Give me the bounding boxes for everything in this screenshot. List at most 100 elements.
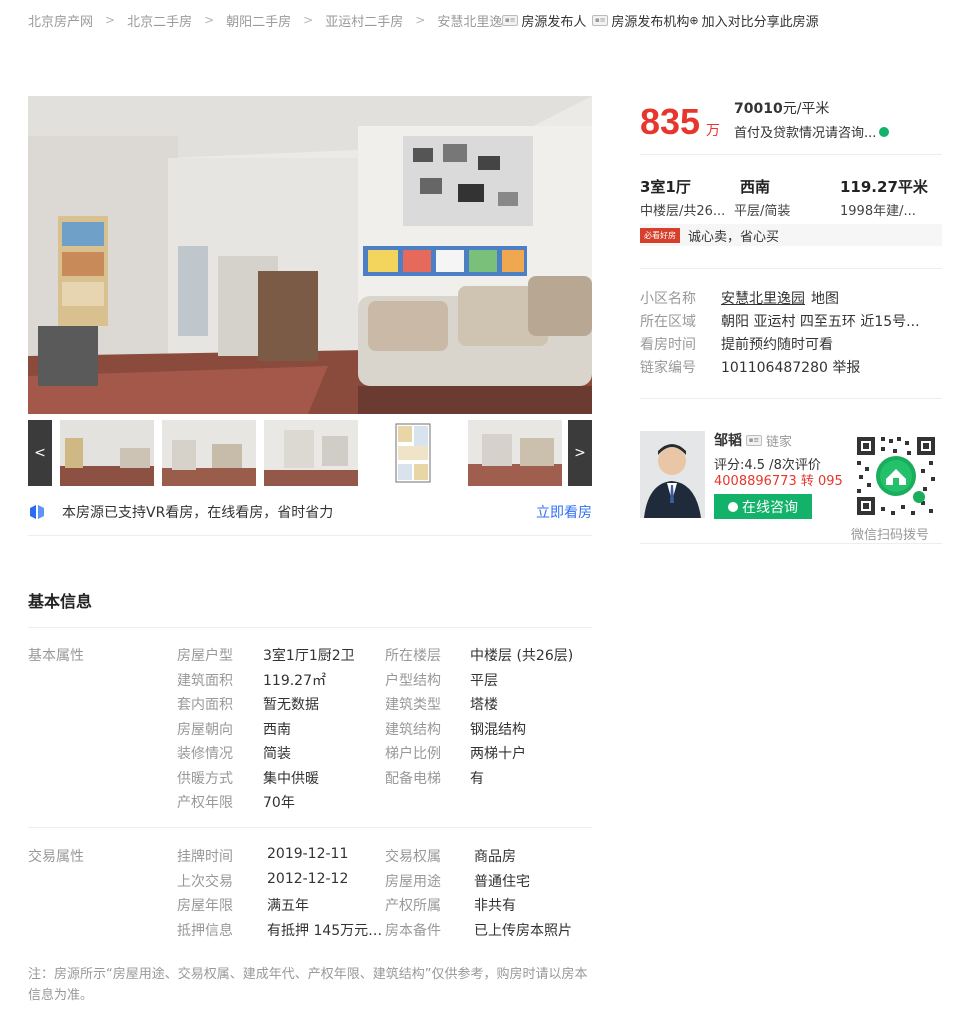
id-card-icon: ▪≡	[502, 14, 519, 26]
attr-key: 房屋用途	[385, 873, 441, 890]
breadcrumb-item-beijing-realestate[interactable]: 北京房产网	[28, 11, 93, 30]
vr-icon	[30, 505, 44, 519]
breadcrumb-separator: >	[415, 13, 426, 27]
breadcrumb-item-community[interactable]: 安慧北里逸	[437, 11, 502, 30]
breadcrumb: 北京房产网 > 北京二手房 > 朝阳二手房 > 亚运村二手房 > 安慧北里逸 ▪…	[28, 10, 968, 30]
room-year: 1998年建/...	[840, 204, 916, 219]
thumbnail-3[interactable]	[264, 420, 358, 486]
attr-key: 挂牌时间	[177, 849, 233, 865]
attr-key: 建筑结构	[385, 721, 441, 738]
qr-label: 微信扫码拨号	[851, 528, 930, 543]
breadcrumb-separator: >	[204, 13, 215, 27]
attr-value: 有抵押 145万元 ...	[267, 922, 385, 939]
overview-value[interactable]: 朝阳 亚运村 四至五环 近15号...	[721, 311, 920, 331]
price-panel: 835 万 70010元/平米 首付及贷款情况请咨询...	[640, 98, 942, 148]
attr-key: 房本备件	[385, 922, 441, 939]
breadcrumb-item-yayuncun[interactable]: 亚运村二手房	[325, 11, 403, 30]
attr-key: 房屋朝向	[177, 721, 233, 738]
attr-key: 套内面积	[177, 697, 233, 713]
attr-value: 商品房	[474, 849, 516, 865]
map-link[interactable]: 地图	[811, 291, 839, 307]
thumbnail-next-button[interactable]: >	[568, 420, 592, 486]
agent-portrait	[640, 431, 705, 518]
id-card-icon: ▪≡	[746, 434, 762, 446]
basic-attributes: 基本属性 房屋户型 3室1厅1厨2卫 所在楼层 中楼层 (共26层) 建筑面积 119.…	[28, 645, 592, 817]
attr-key: 建筑面积	[177, 672, 233, 689]
room-summary: 3室1厅 中楼层/共26... 西南 平层/简装 119.27平米 1998年建…	[640, 176, 942, 220]
room-area-col: 119.27平米 1998年建/...	[840, 176, 942, 219]
chat-icon	[728, 501, 738, 512]
agency-label: 房源发布机构	[611, 14, 690, 30]
wechat-qr-code[interactable]	[851, 431, 941, 521]
thumbnail-1[interactable]	[60, 420, 154, 486]
attr-key: 产权年限	[177, 795, 233, 811]
thumbnail-strip: < >	[28, 420, 592, 486]
overview-row-listing-id: 链家编号 101106487280 举报	[640, 355, 942, 378]
attr-value: 119.27㎡	[263, 672, 326, 689]
chevron-left-icon: <	[34, 445, 46, 461]
community-name-link[interactable]: 安慧北里逸园	[721, 291, 805, 307]
attr-key: 供暖方式	[177, 770, 233, 787]
loan-consult-text: 首付及贷款情况请咨询...	[734, 126, 877, 141]
breadcrumb-item-chaoyang[interactable]: 朝阳二手房	[226, 11, 291, 30]
attr-value: 两梯十户	[470, 746, 526, 762]
compare-button[interactable]: ⊕ 加入对比	[689, 11, 753, 30]
total-price-unit: 万	[706, 123, 720, 139]
loan-consult-link[interactable]: 首付及贷款情况请咨询...	[734, 122, 890, 141]
overview-row-viewing-time: 看房时间 提前预约随时可看	[640, 332, 942, 355]
basic-info-title: 基本信息	[28, 592, 93, 611]
compare-icon: ⊕	[689, 13, 699, 27]
vr-view-link[interactable]: 立即看房	[536, 502, 592, 522]
thumbnail-floorplan[interactable]	[366, 420, 460, 486]
overview-row-community: 小区名称 安慧北里逸园 地图	[640, 286, 942, 309]
publisher-link[interactable]: ▪≡ 房源发布人	[502, 11, 586, 30]
divider	[28, 535, 592, 536]
attr-key: 上次交易	[177, 873, 233, 890]
overview-key: 小区名称	[640, 290, 696, 307]
basic-attributes-label: 基本属性	[28, 648, 84, 664]
thumbnail-5[interactable]	[468, 420, 562, 486]
attr-value: 暂无数据	[263, 697, 319, 713]
vr-promo-bar: 本房源已支持VR看房，在线看房，省时省力 立即看房	[28, 498, 592, 526]
agent-name[interactable]: 邹韬	[714, 430, 742, 450]
room-structure: 平层/简装	[734, 204, 791, 219]
overview-row-area: 所在区域 朝阳 亚运村 四至五环 近15号...	[640, 309, 942, 332]
breadcrumb-separator: >	[303, 13, 314, 27]
overview-value[interactable]: 101106487280 举报	[721, 357, 860, 377]
attr-value: 2012-12-12	[267, 870, 349, 887]
attr-key: 房屋年限	[177, 898, 233, 914]
online-consult-button[interactable]: 在线咨询	[714, 494, 812, 519]
agency-link[interactable]: ▪≡ 房源发布机构	[592, 11, 689, 30]
agent-name-row: 邹韬 ▪≡ 链家	[714, 430, 792, 450]
room-orientation-col: 西南 平层/简装	[734, 176, 834, 219]
attr-value: 简装	[263, 746, 291, 762]
attr-value: 中楼层 (共26层)	[470, 648, 574, 664]
room-layout: 3室1厅	[640, 178, 691, 196]
breadcrumb-item-beijing-secondhand[interactable]: 北京二手房	[127, 11, 192, 30]
divider	[28, 827, 592, 828]
must-see-text: 诚心卖，省心买	[688, 229, 780, 245]
license-icon: ▪≡	[592, 14, 609, 26]
attr-value: 平层	[470, 672, 498, 689]
agent-card: 邹韬 ▪≡ 链家 评分:4.5 /8次评价 4008896773 转 095 在…	[640, 430, 942, 543]
divider	[640, 543, 942, 544]
agent-avatar[interactable]	[640, 431, 705, 518]
unit-price-value: 70010	[734, 101, 783, 117]
unit-price: 70010元/平米	[734, 98, 829, 118]
floorplan-image	[366, 420, 460, 486]
attr-value: 2019-12-11	[267, 846, 349, 862]
main-listing-photo[interactable]	[28, 96, 592, 414]
attr-key: 装修情况	[177, 746, 233, 762]
attr-key: 户型结构	[385, 672, 441, 689]
attr-key: 房屋户型	[177, 648, 233, 664]
thumbnail-prev-button[interactable]: <	[28, 420, 52, 486]
attr-key: 抵押信息	[177, 922, 233, 939]
attr-value: 70年	[263, 795, 295, 811]
thumbnail-image	[162, 420, 256, 486]
thumbnail-image	[264, 420, 358, 486]
overview-key: 看房时间	[640, 336, 696, 353]
share-button[interactable]: 分享此房源	[754, 11, 819, 30]
thumbnail-2[interactable]	[162, 420, 256, 486]
room-floor: 中楼层/共26...	[640, 204, 726, 219]
attr-key: 梯户比例	[385, 746, 441, 762]
